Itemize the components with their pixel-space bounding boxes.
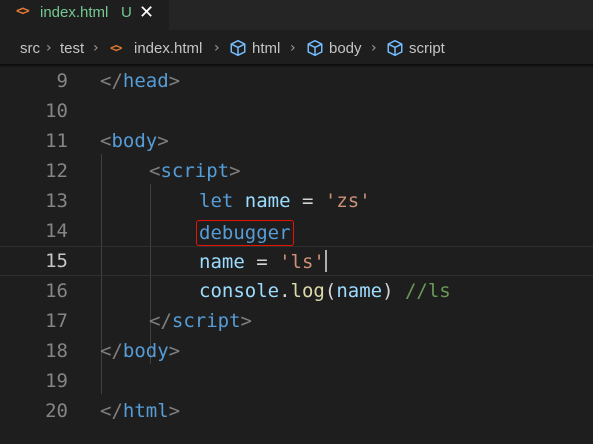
html-file-icon: <> [16, 4, 30, 19]
chevron-right-icon: › [290, 40, 296, 56]
line-number-active: 15 [45, 250, 68, 272]
line-number: 17 [45, 310, 68, 332]
code-text[interactable]: </html> [100, 400, 180, 422]
code-line: 19 [0, 367, 593, 397]
line-number: 16 [45, 280, 68, 302]
chevron-right-icon: › [214, 40, 220, 56]
tab-filename[interactable]: index.html [40, 4, 108, 21]
breadcrumb-item-test[interactable]: test [60, 40, 84, 57]
breadcrumb-item-index-html[interactable]: index.html [134, 40, 202, 57]
code-line: 13 let name = 'zs' [0, 187, 593, 217]
chevron-right-icon: › [93, 40, 99, 56]
code-text[interactable]: <script> [149, 160, 241, 182]
code-line: 9 </head> [0, 67, 593, 97]
code-line: 10 [0, 97, 593, 127]
debugger-statement-highlight[interactable]: debugger [196, 220, 294, 246]
line-number: 14 [45, 220, 68, 242]
chevron-right-icon: › [46, 40, 52, 56]
code-line: 18 </body> [0, 337, 593, 367]
line-number: 10 [45, 100, 68, 122]
code-line: 11 <body> [0, 127, 593, 157]
symbol-element-icon [230, 39, 246, 57]
code-editor[interactable]: 9 </head> 10 11 <body> 12 <script> 13 le… [0, 64, 593, 444]
code-text[interactable]: name = 'ls' [199, 250, 327, 273]
close-icon[interactable]: ✕ [139, 2, 159, 24]
line-number: 18 [45, 340, 68, 362]
code-text[interactable]: debugger [196, 220, 294, 246]
code-text[interactable]: </body> [100, 340, 180, 362]
code-line: 20 </html> [0, 397, 593, 427]
breadcrumb-item-body[interactable]: body [329, 40, 362, 57]
text-cursor [324, 250, 327, 272]
symbol-element-icon [307, 39, 323, 57]
line-number: 11 [45, 130, 68, 152]
code-line-active: 15 name = 'ls' [0, 246, 593, 276]
breadcrumb-item-script[interactable]: script [409, 40, 445, 57]
breadcrumb-item-src[interactable]: src [20, 40, 40, 57]
code-text[interactable]: <body> [100, 130, 169, 152]
code-text[interactable]: console.log(name) //ls [199, 280, 451, 302]
html-file-icon: <> [110, 41, 123, 55]
breadcrumb: src › test › <> index.html › html › body… [0, 30, 593, 64]
symbol-element-icon [387, 39, 403, 57]
code-line: 14 debugger [0, 217, 593, 247]
breadcrumb-item-html[interactable]: html [252, 40, 280, 57]
line-number: 9 [56, 70, 68, 92]
line-number: 19 [45, 370, 68, 392]
chevron-right-icon: › [371, 40, 377, 56]
line-number: 13 [45, 190, 68, 212]
tab-bar: <> index.html U ✕ [0, 0, 593, 30]
code-text[interactable]: </head> [100, 70, 180, 92]
code-line: 17 </script> [0, 307, 593, 337]
code-text[interactable]: </script> [149, 310, 252, 332]
code-line: 16 console.log(name) //ls [0, 277, 593, 307]
code-line: 12 <script> [0, 157, 593, 187]
tab-status-untracked: U [121, 4, 132, 21]
line-number: 20 [45, 400, 68, 422]
code-text[interactable]: let name = 'zs' [199, 190, 371, 212]
line-number: 12 [45, 160, 68, 182]
tab-index-html[interactable]: <> index.html U ✕ [0, 0, 169, 30]
